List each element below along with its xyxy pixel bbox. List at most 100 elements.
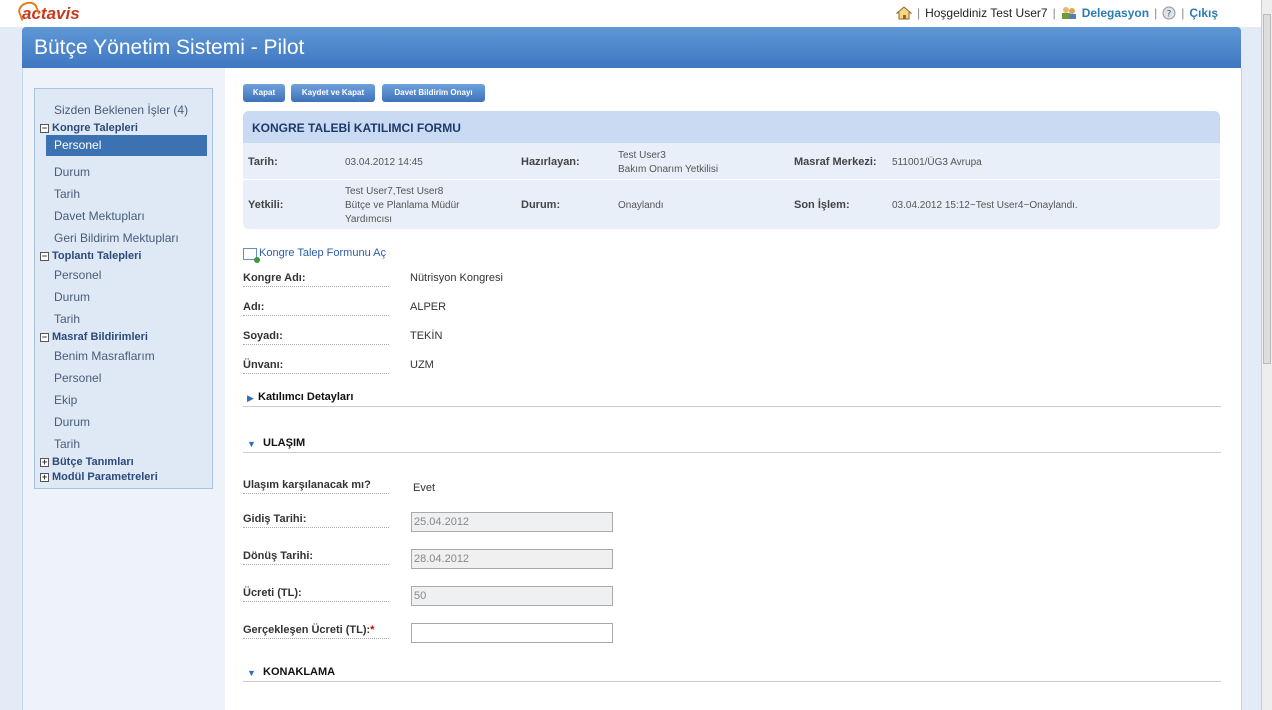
open-kongre-form-link[interactable]: Kongre Talep Formunu Aç (259, 247, 386, 259)
last-action-value: 03.04.2012 15:12~Test User4~Onaylandı. (892, 200, 1078, 211)
last-name-label: Soyadı: (243, 330, 389, 345)
congress-name-label: Kongre Adı: (243, 272, 389, 287)
actual-fee-input[interactable] (411, 623, 613, 643)
sidebar-item-toplanti-personel[interactable]: Personel (54, 268, 101, 282)
authorized-names: Test User7,Test User8 (345, 186, 444, 197)
page-scrollbar[interactable] (1261, 0, 1272, 710)
sidebar-item-davet-mektuplari[interactable]: Davet Mektupları (54, 209, 145, 223)
expand-arrow-icon[interactable]: ▶ (247, 393, 254, 404)
last-action-label: Son İşlem: (794, 199, 850, 211)
title-value: UZM (410, 359, 434, 371)
departure-date-label: Gidiş Tarihi: (243, 513, 389, 528)
actual-fee-label: Gerçekleşen Ücreti (TL):* (243, 624, 389, 639)
invite-approve-button[interactable]: Davet Bildirim Onayı (382, 84, 485, 102)
sidebar-item-masraf-ekip[interactable]: Ekip (54, 393, 77, 407)
sidebar-group-masraf[interactable]: − Masraf Bildirimleri (40, 331, 148, 343)
prepared-by-role: Bakım Onarım Yetkilisi (618, 164, 719, 175)
lodging-section[interactable]: ▼ KONAKLAMA (243, 665, 1221, 682)
scrollbar-thumb[interactable] (1263, 14, 1271, 364)
separator: | (1154, 6, 1158, 20)
transport-covered-value: Evet (413, 482, 436, 494)
collapse-arrow-icon[interactable]: ▼ (247, 439, 256, 449)
status-value: Onaylandı (618, 200, 664, 211)
welcome-text: Hoşgeldiniz Test User7 (925, 6, 1048, 20)
departure-date-input[interactable] (411, 512, 613, 532)
prepared-by-name: Test User3 (618, 150, 666, 161)
date-value: 03.04.2012 14:45 (345, 157, 423, 168)
sidebar-group-toplanti[interactable]: − Toplantı Talepleri (40, 250, 141, 262)
delegation-icon[interactable] (1061, 6, 1077, 20)
separator: | (916, 6, 921, 20)
left-column: Sizden Beklenen İşler (4) − Kongre Talep… (23, 68, 225, 710)
sidebar-item-benim-masraflarim[interactable]: Benim Masraflarım (54, 349, 155, 363)
actual-fee-label-text: Gerçekleşen Ücreti (TL): (243, 624, 371, 636)
sidebar-group-label: Toplantı Talepleri (52, 250, 142, 262)
fee-input[interactable] (411, 586, 613, 606)
return-date-label: Dönüş Tarihi: (243, 550, 389, 565)
sidebar-item-toplanti-durum[interactable]: Durum (54, 290, 90, 304)
congress-name-value: Nütrisyon Kongresi (410, 272, 503, 284)
sidebar-item-kongre-durum[interactable]: Durum (54, 165, 90, 179)
sidebar-group-kongre[interactable]: − Kongre Talepleri (40, 122, 138, 134)
sidebar-group-label: Bütçe Tanımları (52, 456, 134, 468)
collapse-icon[interactable]: − (40, 332, 49, 342)
participant-details-section[interactable]: ▶ Katılımcı Detayları (243, 390, 1221, 407)
sidebar-item-masraf-tarih[interactable]: Tarih (54, 437, 80, 451)
logout-link[interactable]: Çıkış (1189, 6, 1218, 20)
sidebar-group-label: Modül Parametreleri (52, 471, 158, 483)
sidebar-group-modul[interactable]: + Modül Parametreleri (40, 471, 158, 483)
cost-center-value: 511001/ÜG3 Avrupa (892, 157, 982, 168)
close-button[interactable]: Kapat (243, 84, 285, 102)
separator: | (1052, 6, 1056, 20)
sidebar-item-geri-bildirim[interactable]: Geri Bildirim Mektupları (54, 231, 179, 245)
authorized-role: Bütçe ve Planlama Müdür (345, 200, 460, 211)
form-summary-panel: KONGRE TALEBİ KATILIMCI FORMU Tarih: 03.… (243, 111, 1220, 229)
return-date-input[interactable] (411, 549, 613, 569)
sidebar-group-label: Kongre Talepleri (52, 122, 138, 134)
sidebar-menu: Sizden Beklenen İşler (4) − Kongre Talep… (34, 88, 213, 489)
user-links: | Hoşgeldiniz Test User7 | Delegasyon | … (895, 6, 1218, 20)
expand-icon[interactable]: + (40, 457, 49, 467)
section-title[interactable]: Katılımcı Detayları (258, 391, 353, 403)
expand-icon[interactable]: + (40, 472, 49, 482)
app-title: Bütçe Yönetim Sistemi - Pilot (34, 36, 305, 59)
top-bar: actavis | Hoşgeldiniz Test User7 | Deleg… (0, 0, 1262, 27)
section-title[interactable]: KONAKLAMA (263, 666, 335, 678)
sidebar-item-kongre-tarih[interactable]: Tarih (54, 187, 80, 201)
cost-center-label: Masraf Merkezi: (794, 156, 877, 168)
date-label: Tarih: (248, 156, 278, 168)
required-mark: * (370, 624, 375, 636)
home-icon[interactable] (895, 6, 912, 20)
first-name-value: ALPER (410, 301, 447, 313)
authorized-role-cont: Yardımcısı (345, 214, 393, 225)
last-name-value: TEKİN (410, 330, 443, 342)
main-panel: Kapat Kaydet ve Kapat Davet Bildirim Ona… (243, 68, 1221, 710)
sidebar-item-pending-tasks[interactable]: Sizden Beklenen İşler (4) (54, 103, 188, 117)
help-icon[interactable]: ? (1162, 6, 1176, 20)
svg-text:?: ? (1167, 10, 1172, 20)
sidebar-item-toplanti-tarih[interactable]: Tarih (54, 312, 80, 326)
content-area: Sizden Beklenen İşler (4) − Kongre Talep… (22, 68, 1242, 710)
sidebar-item-masraf-durum[interactable]: Durum (54, 415, 90, 429)
sidebar-item-kongre-personel[interactable]: Personel (46, 135, 207, 156)
section-title[interactable]: ULAŞIM (263, 437, 305, 449)
sidebar-group-butce[interactable]: + Bütçe Tanımları (40, 456, 134, 468)
separator: | (1181, 6, 1185, 20)
fee-label: Ücreti (TL): (243, 587, 389, 602)
delegation-link[interactable]: Delegasyon (1082, 6, 1149, 20)
app-title-bar: Bütçe Yönetim Sistemi - Pilot (22, 27, 1241, 68)
panel-header: KONGRE TALEBİ KATILIMCI FORMU (243, 111, 1220, 143)
collapse-icon[interactable]: − (40, 251, 49, 261)
save-and-close-button[interactable]: Kaydet ve Kapat (291, 84, 375, 102)
open-form-icon[interactable] (243, 248, 260, 263)
collapse-arrow-icon[interactable]: ▼ (247, 668, 256, 678)
collapse-icon[interactable]: − (40, 123, 49, 133)
title-label: Ünvanı: (243, 359, 389, 374)
actavis-logo: actavis (15, 0, 80, 24)
panel-title: KONGRE TALEBİ KATILIMCI FORMU (252, 121, 461, 135)
prepared-by-label: Hazırlayan: (521, 156, 580, 168)
transport-section[interactable]: ▼ ULAŞIM (243, 436, 1221, 453)
sidebar-item-masraf-personel[interactable]: Personel (54, 371, 101, 385)
status-label: Durum: (521, 199, 561, 211)
transport-covered-label: Ulaşım karşılanacak mı? (243, 479, 389, 494)
